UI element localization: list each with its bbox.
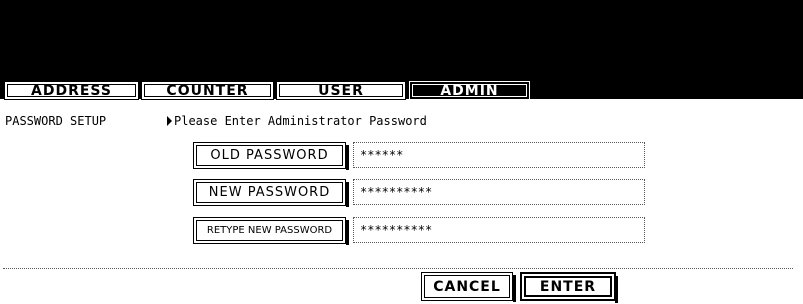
triangle-right-icon — [167, 116, 172, 126]
tab-counter[interactable]: COUNTER — [141, 81, 274, 100]
retype-new-password-button[interactable]: RETYPE NEW PASSWORD — [193, 217, 349, 245]
page-title: PASSWORD SETUP — [5, 114, 107, 128]
enter-button[interactable]: ENTER — [520, 272, 618, 303]
new-password-button[interactable]: NEW PASSWORD — [193, 179, 349, 207]
tab-user[interactable]: USER — [276, 81, 406, 100]
tab-admin[interactable]: ADMIN — [409, 81, 530, 100]
new-password-field[interactable]: ********** — [353, 179, 645, 205]
instruction-text: Please Enter Administrator Password — [174, 114, 427, 128]
cancel-button[interactable]: CANCEL — [421, 272, 516, 302]
divider — [3, 268, 793, 269]
instruction-message: Please Enter Administrator Password — [167, 114, 427, 128]
tab-address[interactable]: ADDRESS — [4, 81, 139, 100]
retype-new-password-field[interactable]: ********** — [353, 217, 645, 243]
old-password-field[interactable]: ****** — [353, 142, 645, 168]
old-password-button[interactable]: OLD PASSWORD — [193, 142, 349, 170]
